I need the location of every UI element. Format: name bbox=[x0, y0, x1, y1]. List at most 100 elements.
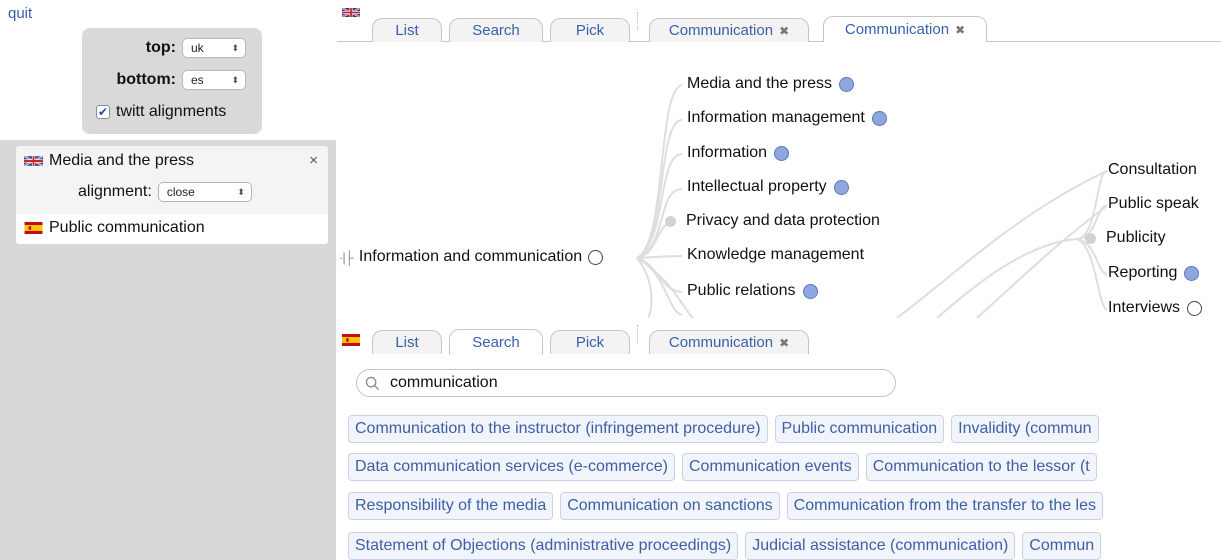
graph-node[interactable]: Information management bbox=[687, 109, 887, 127]
tab-label: List bbox=[395, 22, 419, 39]
tab-close-icon[interactable]: ✖ bbox=[779, 336, 789, 350]
node-dot-icon[interactable] bbox=[1187, 300, 1203, 316]
graph-node[interactable]: Knowledge management bbox=[687, 246, 864, 264]
tab-label: Pick bbox=[575, 334, 605, 351]
tab-close-icon[interactable]: ✖ bbox=[779, 24, 789, 38]
search-box[interactable] bbox=[356, 369, 896, 397]
alignment-type-row: alignment: close ⬍ bbox=[78, 182, 252, 202]
tab-pick[interactable]: Pick bbox=[550, 18, 630, 42]
result-chip[interactable]: Communication to the lessor (t bbox=[865, 453, 1097, 481]
result-chip[interactable]: Communication to the instructor (infring… bbox=[348, 415, 768, 443]
graph-node-label: Public speak bbox=[1108, 195, 1199, 212]
tab-communication-2[interactable]: Communication ✖ bbox=[823, 16, 987, 42]
graph-node[interactable]: Consultation bbox=[1108, 161, 1197, 179]
node-dot-icon[interactable] bbox=[833, 179, 849, 195]
tab-list[interactable]: List bbox=[372, 330, 442, 354]
tab-label: Communication bbox=[668, 22, 774, 39]
graph-node[interactable]: Media and the press bbox=[687, 75, 854, 93]
graph-node-label: Consultation bbox=[1108, 161, 1197, 178]
tab-close-icon[interactable]: ✖ bbox=[955, 23, 965, 37]
result-chip[interactable]: Invalidity (commun bbox=[951, 415, 1099, 443]
graph-root-node[interactable]: ·|├ Information and communication bbox=[339, 248, 604, 266]
result-chip[interactable]: Communication on sanctions bbox=[560, 492, 780, 520]
result-chip[interactable]: Commun bbox=[1022, 532, 1102, 560]
graph-node[interactable]: Privacy and data protection bbox=[665, 212, 880, 230]
result-chip[interactable]: Public communication bbox=[774, 415, 945, 443]
tab-communication[interactable]: Communication ✖ bbox=[649, 330, 809, 354]
graph-node[interactable]: Publicity bbox=[1085, 229, 1166, 247]
graph-node[interactable]: Interviews bbox=[1108, 299, 1203, 317]
left-panel: quit top: uk ⬍ bottom: es ⬍ ✔ twitt alig… bbox=[0, 0, 336, 560]
tab-label: Search bbox=[472, 22, 520, 39]
graph-node[interactable]: Information bbox=[687, 144, 790, 162]
bottom-tab-bar: List Search Pick Communication ✖ bbox=[337, 325, 1221, 361]
graph-node-label: Intellectual property bbox=[687, 178, 827, 195]
node-dot-icon[interactable] bbox=[1184, 265, 1200, 281]
tab-label: Pick bbox=[575, 22, 605, 39]
bottom-language-value: es bbox=[191, 73, 204, 87]
alignment-type-select[interactable]: close ⬍ bbox=[157, 182, 252, 202]
top-language-label: top: bbox=[145, 39, 176, 56]
result-chip[interactable]: Communication events bbox=[681, 453, 859, 481]
tab-communication-1[interactable]: Communication ✖ bbox=[649, 18, 809, 42]
top-tab-bar: List Search Pick Communication ✖ Communi… bbox=[337, 0, 1221, 42]
tab-separator bbox=[637, 12, 638, 30]
drag-handle-icon[interactable]: ·|├ bbox=[339, 250, 354, 265]
results-row: Data communication services (e-commerce)… bbox=[348, 453, 1097, 481]
tab-list[interactable]: List bbox=[372, 18, 442, 42]
select-arrows-icon: ⬍ bbox=[231, 42, 239, 53]
graph-node-label: Information bbox=[687, 144, 768, 161]
top-language-select[interactable]: uk ⬍ bbox=[182, 38, 246, 58]
tab-search[interactable]: Search bbox=[449, 329, 543, 355]
select-arrows-icon: ⬍ bbox=[237, 186, 245, 197]
node-expand-icon[interactable] bbox=[588, 249, 604, 265]
pane-divider[interactable] bbox=[337, 318, 1221, 326]
graph-node[interactable]: Reporting bbox=[1108, 264, 1200, 282]
graph-node-label: Publicity bbox=[1106, 229, 1166, 246]
graph-node-label: Reporting bbox=[1108, 264, 1178, 281]
node-dot-icon[interactable] bbox=[774, 145, 790, 161]
graph-node-label: Media and the press bbox=[687, 75, 832, 92]
alignment-top-term-label: Media and the press bbox=[49, 152, 194, 169]
result-chip[interactable]: Statement of Objections (administrative … bbox=[348, 532, 739, 560]
node-dot-icon[interactable] bbox=[802, 283, 818, 299]
uk-flag-icon bbox=[24, 155, 43, 167]
close-icon[interactable]: × bbox=[309, 152, 318, 169]
concept-graph[interactable]: ·|├ Information and communication Media … bbox=[337, 43, 1221, 318]
tab-separator bbox=[637, 325, 638, 343]
twitt-alignments-checkbox[interactable]: ✔ bbox=[96, 105, 110, 119]
search-input[interactable] bbox=[388, 373, 868, 393]
language-settings-box: top: uk ⬍ bottom: es ⬍ ✔ twitt alignment… bbox=[82, 28, 262, 134]
twitt-alignments-label: twitt alignments bbox=[116, 103, 227, 120]
result-chip[interactable]: Communication from the transfer to the l… bbox=[786, 492, 1104, 520]
search-results: Communication to the instructor (infring… bbox=[348, 415, 1221, 560]
alignment-bottom-term-label: Public communication bbox=[49, 219, 205, 236]
graph-root-label: Information and communication bbox=[358, 248, 583, 265]
top-language-row: top: uk ⬍ bbox=[146, 38, 246, 58]
quit-link[interactable]: quit bbox=[8, 5, 32, 22]
es-flag-icon bbox=[24, 222, 43, 234]
results-row: Statement of Objections (administrative … bbox=[348, 532, 1102, 560]
tab-label: Search bbox=[472, 334, 520, 351]
graph-node[interactable]: Intellectual property bbox=[687, 178, 849, 196]
alignment-bottom-term[interactable]: Public communication bbox=[24, 219, 205, 237]
tab-search[interactable]: Search bbox=[449, 18, 543, 42]
top-language-value: uk bbox=[191, 41, 204, 55]
tab-pick[interactable]: Pick bbox=[550, 330, 630, 354]
bottom-language-select[interactable]: es ⬍ bbox=[182, 70, 246, 90]
bottom-language-label: bottom: bbox=[116, 71, 176, 88]
alignment-card: Media and the press × alignment: close ⬍… bbox=[16, 146, 328, 244]
result-chip[interactable]: Data communication services (e-commerce) bbox=[348, 453, 675, 481]
node-dot-icon[interactable] bbox=[838, 76, 854, 92]
graph-node[interactable]: Public relations bbox=[687, 282, 818, 300]
alignment-top-term[interactable]: Media and the press bbox=[24, 152, 194, 170]
result-chip[interactable]: Responsibility of the media bbox=[348, 492, 554, 520]
result-chip[interactable]: Judicial assistance (communication) bbox=[745, 532, 1016, 560]
results-row: Responsibility of the media Communicatio… bbox=[348, 492, 1104, 520]
graph-node[interactable]: Public speak bbox=[1108, 195, 1199, 213]
node-dot-icon[interactable] bbox=[1085, 232, 1096, 244]
tab-label: List bbox=[395, 334, 419, 351]
graph-node-label: Public relations bbox=[687, 282, 796, 299]
node-dot-icon[interactable] bbox=[871, 110, 887, 126]
node-dot-icon[interactable] bbox=[665, 215, 676, 227]
